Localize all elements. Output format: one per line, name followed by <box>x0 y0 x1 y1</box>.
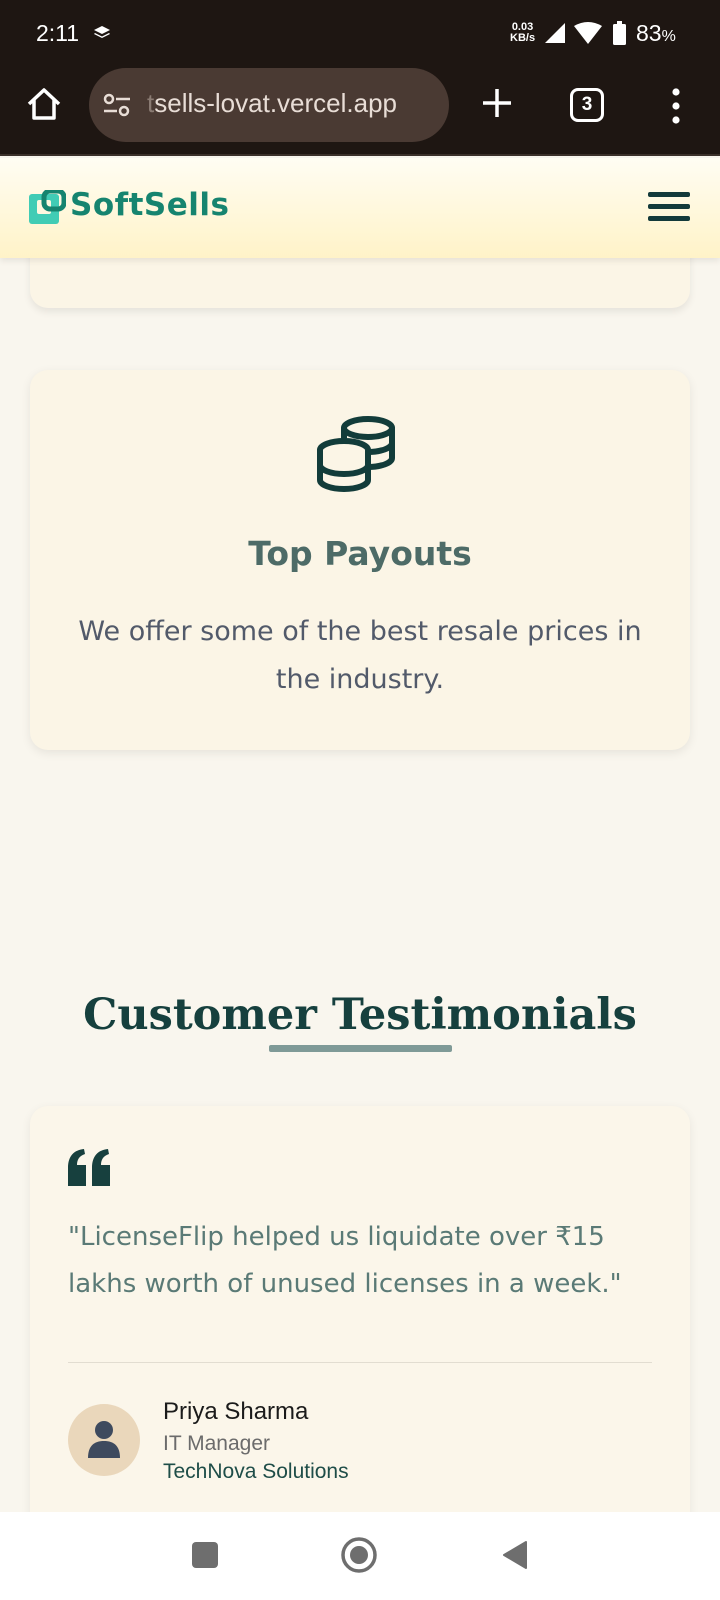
battery-icon <box>613 21 626 45</box>
home-icon[interactable] <box>24 84 64 124</box>
testimonial-card: "LicenseFlip helped us liquidate over ₹1… <box>30 1106 690 1526</box>
browser-toolbar: tsells-lovat.vercel.app 3 <box>0 66 720 156</box>
url-bar[interactable]: tsells-lovat.vercel.app <box>89 68 449 142</box>
menu-icon[interactable] <box>648 192 690 224</box>
network-speed: 0.03 KB/s <box>510 21 536 44</box>
coins-icon <box>317 416 395 493</box>
avatar <box>68 1404 140 1476</box>
tab-switcher-button[interactable]: 3 <box>570 88 604 122</box>
new-tab-icon[interactable] <box>478 84 516 122</box>
home-button[interactable] <box>340 1536 378 1574</box>
section-title: Customer Testimonials <box>83 990 637 1040</box>
person-role: IT Manager <box>163 1432 270 1455</box>
layers-icon <box>94 26 110 38</box>
feature-title: Top Payouts <box>248 534 472 573</box>
feature-description: We offer some of the best resale prices … <box>78 616 642 695</box>
section-underline <box>269 1045 452 1052</box>
person-name: Priya Sharma <box>163 1398 309 1425</box>
feature-card: Top Payouts We offer some of the best re… <box>30 370 690 750</box>
user-icon <box>88 1421 120 1458</box>
site-settings-icon[interactable] <box>103 93 131 117</box>
system-nav-bar <box>0 1512 720 1600</box>
testimonial-quote: "LicenseFlip helped us liquidate over ₹1… <box>68 1222 622 1299</box>
person-company: TechNova Solutions <box>163 1460 349 1483</box>
status-time: 2:11 <box>36 20 80 46</box>
signal-icon <box>545 23 565 43</box>
brand-name[interactable]: SoftSells <box>70 187 230 223</box>
more-options-icon[interactable] <box>666 86 686 126</box>
logo-icon[interactable] <box>28 190 66 226</box>
divider <box>68 1362 652 1363</box>
status-bar: 2:11 0.03 KB/s 83% <box>0 0 720 66</box>
site-header: SoftSells <box>0 158 720 258</box>
battery-percent: 83% <box>636 20 676 46</box>
quote-icon <box>68 1149 110 1186</box>
wifi-icon <box>574 22 602 44</box>
recents-button[interactable] <box>192 1542 218 1568</box>
back-button[interactable] <box>502 1540 528 1570</box>
url-text[interactable]: tsells-lovat.vercel.app <box>147 88 437 119</box>
